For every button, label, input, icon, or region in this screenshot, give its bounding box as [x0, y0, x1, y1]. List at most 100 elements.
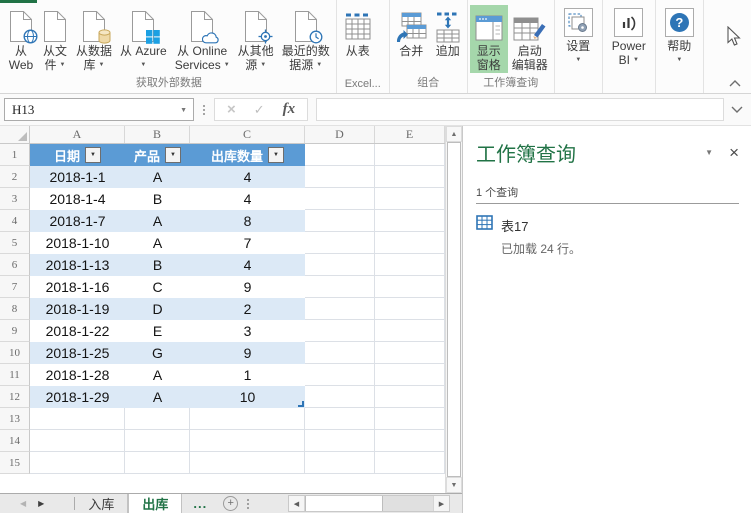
cell[interactable]	[30, 452, 125, 474]
from-other-sources-button[interactable]: 从其他 源 ▼	[234, 5, 278, 73]
column-header[interactable]: D	[305, 126, 375, 143]
row-header[interactable]: 10	[0, 342, 30, 364]
cell[interactable]	[305, 386, 375, 408]
merge-button[interactable]: 合并	[392, 5, 431, 59]
power-bi-button[interactable]: Power BI ▼	[605, 5, 653, 67]
column-header[interactable]: B	[125, 126, 190, 143]
from-file-button[interactable]: 从文 件 ▼	[38, 5, 72, 73]
row-header[interactable]: 2	[0, 166, 30, 188]
horizontal-scrollbar-thumb[interactable]	[305, 496, 383, 511]
cell[interactable]	[305, 210, 375, 232]
cell[interactable]	[305, 166, 375, 188]
hscroll-left-button[interactable]: ◀	[289, 496, 305, 511]
table-cell[interactable]: 2018-1-4	[30, 188, 125, 210]
cancel-button[interactable]: ×	[227, 101, 236, 118]
cell[interactable]	[375, 320, 445, 342]
cell[interactable]	[125, 408, 190, 430]
sheet-tab-more[interactable]: ...	[182, 494, 218, 513]
from-database-button[interactable]: 从数据 库 ▼	[72, 5, 116, 73]
table-cell[interactable]: A	[125, 386, 190, 408]
cell[interactable]	[375, 408, 445, 430]
cell[interactable]	[305, 430, 375, 452]
cell[interactable]	[375, 452, 445, 474]
table-cell[interactable]: 1	[190, 364, 305, 386]
cell[interactable]	[305, 408, 375, 430]
column-header[interactable]: E	[375, 126, 445, 143]
row-header[interactable]: 8	[0, 298, 30, 320]
cell[interactable]	[305, 364, 375, 386]
table-cell[interactable]: A	[125, 232, 190, 254]
table-resize-handle[interactable]	[298, 401, 304, 407]
cell[interactable]	[375, 386, 445, 408]
cell[interactable]	[375, 232, 445, 254]
settings-button[interactable]: 设置 ▼	[557, 5, 600, 67]
cell[interactable]	[305, 276, 375, 298]
formula-bar-separator-dots[interactable]	[203, 104, 205, 115]
cell[interactable]	[305, 232, 375, 254]
table-cell[interactable]: C	[125, 276, 190, 298]
table-cell[interactable]: E	[125, 320, 190, 342]
cell[interactable]	[30, 430, 125, 452]
table-cell[interactable]: 10	[190, 386, 305, 408]
sheet-tab-chuku[interactable]: 出库	[128, 494, 183, 513]
scroll-up-button[interactable]: ▲	[446, 126, 462, 142]
table-cell[interactable]: 9	[190, 342, 305, 364]
table-cell[interactable]: 2018-1-19	[30, 298, 125, 320]
cell[interactable]	[305, 188, 375, 210]
table-cell[interactable]: 8	[190, 210, 305, 232]
row-header[interactable]: 9	[0, 320, 30, 342]
name-box[interactable]: H13 ▼	[4, 98, 194, 121]
from-table-button[interactable]: 从表	[339, 5, 377, 59]
insert-function-button[interactable]: fx	[283, 101, 296, 118]
table-cell[interactable]: 2018-1-28	[30, 364, 125, 386]
table-cell[interactable]: A	[125, 166, 190, 188]
row-header[interactable]: 4	[0, 210, 30, 232]
table-cell[interactable]: 2	[190, 298, 305, 320]
row-header[interactable]: 7	[0, 276, 30, 298]
sheet-nav-right-icon[interactable]: ▶	[32, 494, 50, 513]
row-header[interactable]: 3	[0, 188, 30, 210]
horizontal-scrollbar-track[interactable]	[383, 496, 433, 511]
table-cell[interactable]: 2018-1-25	[30, 342, 125, 364]
row-header[interactable]: 6	[0, 254, 30, 276]
panel-dropdown-icon[interactable]: ▼	[701, 144, 717, 161]
cell[interactable]	[305, 342, 375, 364]
table-header-cell[interactable]: 产品 ▼	[125, 144, 190, 166]
cell[interactable]	[190, 408, 305, 430]
vertical-scrollbar[interactable]: ▲ ▼	[445, 126, 462, 493]
sheet-tab-ruku[interactable]: 入库	[75, 494, 129, 513]
cell[interactable]	[375, 254, 445, 276]
table-cell[interactable]: D	[125, 298, 190, 320]
cell[interactable]	[375, 210, 445, 232]
row-header[interactable]: 14	[0, 430, 30, 452]
table-cell[interactable]: 3	[190, 320, 305, 342]
table-cell[interactable]: 4	[190, 254, 305, 276]
cell[interactable]	[375, 298, 445, 320]
cell[interactable]	[305, 254, 375, 276]
table-cell[interactable]: 4	[190, 166, 305, 188]
cell[interactable]	[305, 298, 375, 320]
row-header[interactable]: 5	[0, 232, 30, 254]
query-list-item[interactable]: 表17	[476, 215, 741, 235]
cell[interactable]	[190, 452, 305, 474]
formula-input[interactable]	[316, 98, 724, 121]
cell[interactable]	[305, 452, 375, 474]
row-header[interactable]: 13	[0, 408, 30, 430]
cell[interactable]	[190, 430, 305, 452]
cell[interactable]	[305, 320, 375, 342]
tabbar-separator-dots[interactable]	[247, 494, 250, 513]
filter-dropdown-button[interactable]: ▼	[268, 147, 284, 163]
table-cell[interactable]: 4	[190, 188, 305, 210]
vertical-scrollbar-thumb[interactable]	[447, 142, 461, 477]
launch-editor-button[interactable]: 启动 编辑器	[508, 5, 552, 73]
table-header-cell[interactable]: 日期 ▼	[30, 144, 125, 166]
table-cell[interactable]: A	[125, 210, 190, 232]
table-cell[interactable]: 7	[190, 232, 305, 254]
cell[interactable]	[375, 364, 445, 386]
row-header[interactable]: 11	[0, 364, 30, 386]
sheet-nav-left-icon[interactable]: ◀	[14, 494, 32, 513]
filter-dropdown-button[interactable]: ▼	[165, 147, 181, 163]
table-cell[interactable]: 2018-1-29	[30, 386, 125, 408]
recent-sources-button[interactable]: 最近的数 据源 ▼	[278, 5, 334, 73]
row-header[interactable]: 12	[0, 386, 30, 408]
